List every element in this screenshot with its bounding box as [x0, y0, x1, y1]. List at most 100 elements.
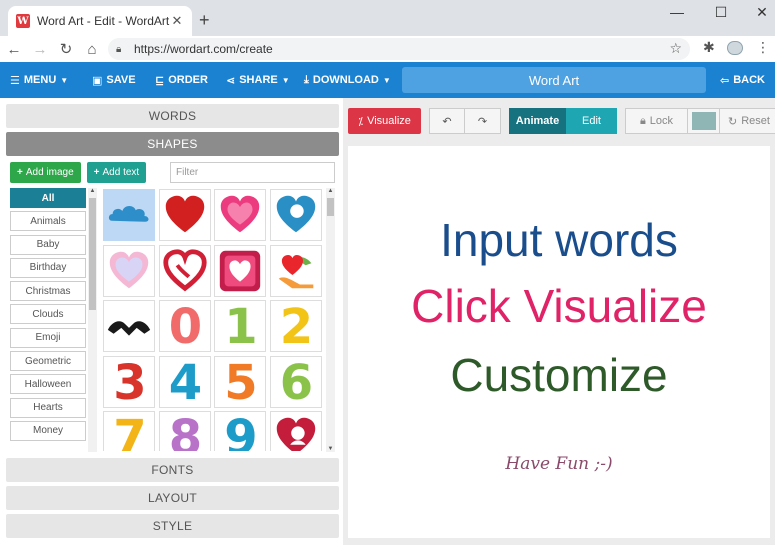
browser-menu-icon[interactable]: ⋮	[756, 39, 770, 56]
shape-tile[interactable]: 2	[269, 300, 322, 352]
category-scrollbar[interactable]: ▲	[88, 188, 97, 452]
undo-button[interactable]: ↶	[429, 108, 465, 134]
filter-input[interactable]: Filter	[170, 162, 335, 183]
color-swatch-button[interactable]	[688, 108, 720, 134]
shape-tile[interactable]: 9	[214, 411, 266, 451]
reset-label: Reset	[741, 115, 770, 127]
digit-2-icon: 2	[279, 300, 314, 352]
canvas-line-click-visualize: Click Visualize	[411, 280, 707, 332]
shape-tile[interactable]: 0	[158, 300, 211, 352]
new-tab-icon[interactable]: +	[199, 10, 210, 31]
browser-toolbar: ← → ↻ ⌂ 🔒︎ https://wordart.com/create ☆	[0, 36, 775, 62]
address-bar[interactable]: 🔒︎ https://wordart.com/create ☆	[108, 38, 690, 60]
browser-tab[interactable]: W Word Art - Edit - WordArt.com ✕	[8, 6, 192, 36]
layout-section-header[interactable]: LAYOUT	[6, 486, 339, 510]
category-money[interactable]: Money	[10, 420, 86, 441]
window-close-icon[interactable]: ✕	[752, 4, 772, 21]
maximize-icon[interactable]: ☐	[711, 4, 731, 21]
download-button[interactable]: ⤓ DOWNLOAD ▼	[304, 62, 391, 98]
animate-tab[interactable]: Animate	[509, 108, 566, 134]
add-text-button[interactable]: + Add text	[86, 162, 147, 183]
shapes-grid: 012 3456 789	[103, 189, 325, 451]
shape-tile[interactable]	[269, 244, 322, 297]
shape-tile[interactable]: 4	[158, 355, 211, 408]
back-arrow-icon[interactable]: ←	[2, 41, 26, 58]
minimize-icon[interactable]: —	[667, 4, 687, 20]
digit-5-icon: 5	[224, 355, 258, 408]
share-label: SHARE	[239, 74, 278, 86]
category-hearts[interactable]: Hearts	[10, 397, 86, 418]
reset-button[interactable]: ↻ Reset	[720, 108, 775, 134]
pink-heart-icon	[215, 190, 265, 240]
add-image-button[interactable]: + Add image	[10, 162, 81, 183]
category-geometric[interactable]: Geometric	[10, 351, 86, 372]
redo-button[interactable]: ↷	[465, 108, 501, 134]
profile-avatar-icon[interactable]	[727, 41, 743, 55]
heart-silhouette-icon	[271, 412, 321, 451]
tab-close-icon[interactable]: ✕	[170, 13, 184, 29]
scroll-up-icon[interactable]: ▲	[326, 188, 335, 194]
shape-tile[interactable]	[103, 244, 155, 297]
extensions-icon[interactable]: ✱	[703, 39, 715, 56]
category-baby[interactable]: Baby	[10, 234, 86, 255]
shape-tile[interactable]: 5	[214, 355, 266, 408]
shape-tile[interactable]	[158, 244, 211, 297]
shapes-scrollbar[interactable]: ▲ ▼	[326, 188, 335, 452]
shape-tile[interactable]: 6	[269, 355, 322, 408]
scroll-up-icon[interactable]: ▲	[88, 188, 97, 194]
save-button[interactable]: ▣ SAVE	[92, 62, 136, 98]
shape-tile[interactable]: 3	[103, 355, 155, 408]
scroll-down-icon[interactable]: ▼	[326, 446, 335, 452]
shape-tile[interactable]	[158, 189, 211, 241]
shape-tile[interactable]: 8	[158, 411, 211, 451]
hands-heart-icon	[271, 246, 321, 296]
shape-tile[interactable]: 7	[103, 411, 155, 451]
category-christmas[interactable]: Christmas	[10, 281, 86, 302]
words-section-header[interactable]: WORDS	[6, 104, 339, 128]
category-animals[interactable]: Animals	[10, 211, 86, 232]
shape-tile[interactable]	[103, 300, 155, 352]
shape-tile[interactable]	[269, 189, 322, 241]
redo-icon: ↷	[477, 115, 488, 128]
reload-icon[interactable]: ↻	[54, 40, 78, 58]
wordart-canvas[interactable]: Input words Click Visualize Customize Ha…	[348, 146, 770, 538]
shapes-section-header[interactable]: SHAPES	[6, 132, 339, 156]
category-clouds[interactable]: Clouds	[10, 304, 86, 325]
digit-3-icon: 3	[113, 355, 147, 408]
menu-button[interactable]: ☰ MENU ▼	[10, 62, 68, 98]
back-button[interactable]: ⇦ BACK	[720, 62, 765, 98]
category-all[interactable]: All	[10, 188, 86, 208]
fonts-section-header[interactable]: FONTS	[6, 458, 339, 482]
forward-arrow-icon[interactable]: →	[28, 41, 52, 58]
share-icon: ⋖	[226, 74, 236, 87]
category-halloween[interactable]: Halloween	[10, 374, 86, 395]
category-emoji[interactable]: Emoji	[10, 327, 86, 348]
swirl-heart-icon	[160, 246, 210, 296]
scroll-thumb[interactable]	[327, 198, 334, 216]
exit-icon: ⇦	[720, 74, 730, 87]
shape-tile[interactable]	[269, 411, 322, 451]
shape-tile[interactable]: 1	[214, 300, 266, 352]
order-button[interactable]: ⊑ ORDER	[155, 62, 208, 98]
visualize-button[interactable]: ⁒ Visualize	[348, 108, 421, 134]
home-icon[interactable]: ⌂	[80, 41, 104, 58]
hamburger-icon: ☰	[10, 74, 20, 87]
scroll-thumb[interactable]	[89, 198, 96, 310]
style-section-header[interactable]: STYLE	[6, 514, 339, 538]
bookmark-star-icon[interactable]: ☆	[669, 40, 682, 57]
shape-tile[interactable]	[214, 244, 266, 297]
plus-icon: +	[93, 167, 100, 178]
category-birthday[interactable]: Birthday	[10, 257, 86, 278]
canvas-line-customize: Customize	[450, 349, 668, 401]
share-button[interactable]: ⋖ SHARE ▼	[226, 62, 290, 98]
edit-tab[interactable]: Edit	[566, 108, 617, 134]
wordart-title-field[interactable]: Word Art	[402, 67, 706, 93]
shape-tile[interactable]	[214, 189, 266, 241]
digit-8-icon: 8	[168, 411, 203, 451]
menu-label: MENU	[23, 74, 57, 86]
lock-button[interactable]: 🔒︎ Lock	[625, 108, 688, 134]
cart-icon: ⊑	[155, 74, 165, 87]
url-text: https://wordart.com/create	[134, 42, 273, 56]
shape-tile[interactable]	[103, 189, 155, 241]
add-text-label: Add text	[102, 167, 140, 178]
